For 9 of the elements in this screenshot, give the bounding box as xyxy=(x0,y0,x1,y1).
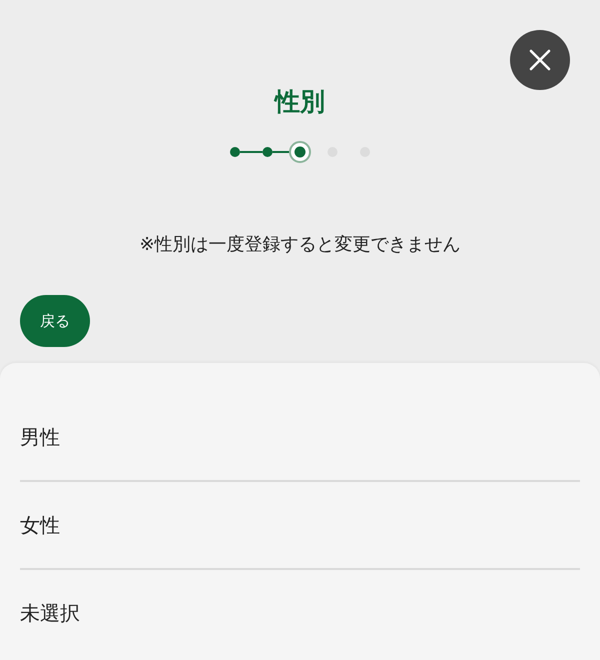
gender-option[interactable]: 女性 xyxy=(20,482,580,570)
back-button[interactable]: 戻る xyxy=(20,295,90,347)
notice-text: ※性別は一度登録すると変更できません xyxy=(139,233,461,257)
close-icon xyxy=(529,49,551,71)
gender-option[interactable]: 未選択 xyxy=(20,570,580,656)
gender-option[interactable]: 男性 xyxy=(20,394,580,482)
step-connector xyxy=(272,151,289,153)
step-connector xyxy=(240,151,262,153)
page-title: 性別 xyxy=(275,86,325,118)
